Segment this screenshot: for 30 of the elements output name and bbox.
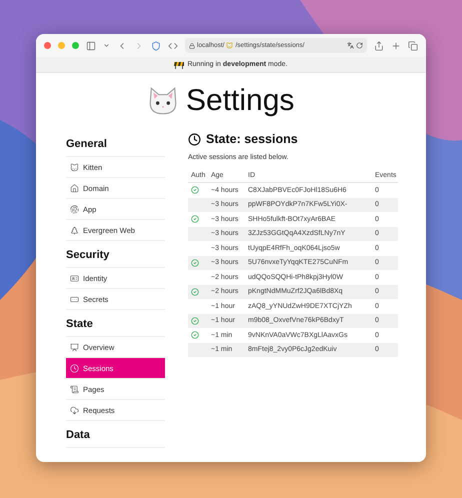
- lock-icon: [189, 42, 195, 48]
- item-icon: [70, 226, 79, 234]
- shield-icon[interactable]: [151, 40, 161, 50]
- barrier-icon: [174, 60, 184, 68]
- section-heading: Security: [66, 249, 165, 268]
- item-icon: [70, 384, 79, 394]
- clock-icon: [188, 132, 201, 146]
- item-icon: [70, 204, 79, 214]
- section-heading: Data: [66, 429, 165, 448]
- item-icon: [70, 162, 79, 172]
- section-title: State: sessions: [206, 132, 298, 146]
- item-icon: [70, 364, 79, 372]
- item-icon: [70, 294, 79, 304]
- chevron-down-icon[interactable]: [103, 42, 110, 49]
- reload-icon[interactable]: [356, 42, 363, 49]
- item-icon: [70, 184, 79, 192]
- share-icon[interactable]: [374, 40, 384, 50]
- section-heading: General: [66, 138, 165, 157]
- code-icon[interactable]: [168, 40, 178, 50]
- new-tab-icon[interactable]: [391, 40, 401, 50]
- cat-icon: [226, 42, 234, 49]
- section-heading: State: [66, 318, 165, 337]
- close-button[interactable]: [44, 42, 51, 49]
- sidebar-icon[interactable]: [86, 40, 96, 50]
- item-icon: [70, 406, 79, 414]
- translate-icon[interactable]: [347, 42, 354, 49]
- page-title: Settings: [186, 84, 294, 118]
- item-icon: [70, 342, 79, 352]
- tabs-icon[interactable]: [408, 40, 418, 50]
- item-icon: [70, 274, 79, 282]
